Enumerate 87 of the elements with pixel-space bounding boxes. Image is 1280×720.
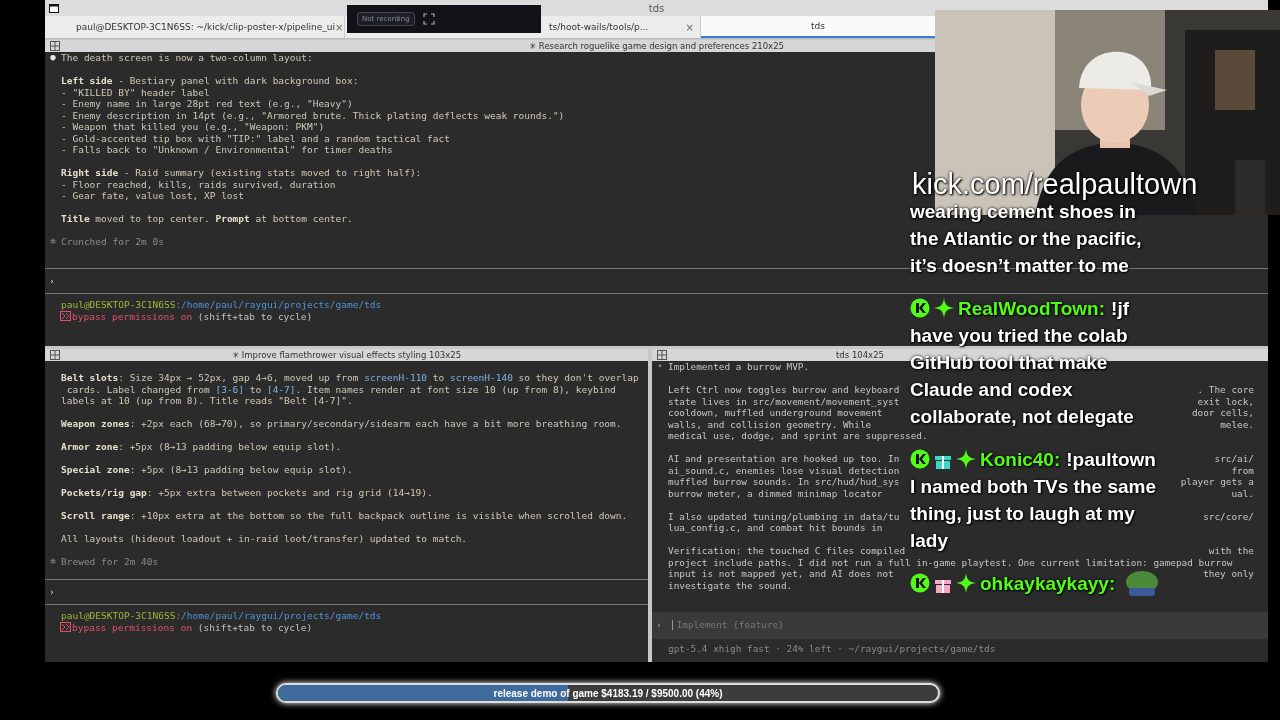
terminal-line: - Gold-accented tip box with "TIP:" label and a random tactical fact: [61, 132, 450, 144]
terminal-line: labels at 10 (up from 8). Title reads "Belt [4-7]".: [61, 395, 353, 407]
terminal-line: . The core: [1197, 384, 1254, 396]
prompt-symbol: ›: [48, 586, 55, 598]
terminal-line: src/core/: [1203, 510, 1254, 522]
terminal-line: Belt slots: Size 34px → 52px, gap 4→6, moved up from screenH-110 to screenH-140 so they don't overlap: [61, 372, 639, 384]
terminal-line: medical use, dodge, and sprint are suppressed.: [668, 430, 928, 442]
shell-path: paul@DESKTOP-3C1N6SS:/home/paul/raygui/projects/game/tds: [61, 299, 382, 311]
terminal-line: cards. Label changed from [3-6] to [4-7]. Item names render at font size 10 (up from 8), keybind: [65, 383, 616, 395]
permission-status: bypass permissions on (shift+tab to cycle): [72, 310, 313, 322]
terminal-line: The death screen is now a two-column layout:: [61, 52, 313, 64]
pane-title: ✳ Improve flamethrower visual effects styling 103x25: [231, 350, 462, 360]
terminal-line: - Weapon that killed you (e.g., "Weapon: PKM"): [61, 121, 325, 133]
terminal-line: - Falls back to "Unknown / Environmental" for timer deaths: [61, 144, 393, 156]
terminal-line: Title moved to top center. Prompt at bottom center.: [61, 213, 353, 225]
window-icon: [49, 3, 59, 13]
mode-icon: [60, 622, 71, 633]
terminal-line: Pockets/rig gap: +5px extra between pockets and rig grid (14→19).: [61, 487, 433, 499]
pane-icon[interactable]: [50, 41, 60, 51]
pane-title: tds 104x25: [836, 350, 884, 360]
window-title: tds: [647, 2, 666, 14]
terminal-line: I also updated tuning/plumbing in data/tu: [668, 510, 900, 522]
fullscreen-icon[interactable]: [422, 13, 435, 26]
terminal-line: Special zone: +5px (8→13 padding below equip slot).: [61, 464, 353, 476]
chat-message: Konic40: !paultown I named both TVs the same thing, just to laugh at my lady: [910, 448, 1157, 553]
terminal-line: walls, and collision geometry. While: [668, 418, 872, 430]
terminal-line: Left side - Bestiary panel with dark background box:: [61, 75, 359, 87]
terminal-line: ual.: [1231, 487, 1254, 499]
chat-message: ohkaykaykayy:: [910, 570, 1165, 597]
terminal-line: burrow meter, a dimmed minimap locator: [668, 487, 883, 499]
terminal-line: All layouts (hideout loadout + in-raid loot/transfer) updated to match.: [61, 533, 468, 545]
badge-icon: [910, 573, 930, 593]
status-marker: ✻: [50, 556, 56, 568]
terminal-line: from: [1231, 464, 1254, 476]
terminal-line: muffled burrow sounds. In src/hud/hud_sys: [668, 476, 900, 488]
sparkle-icon: [956, 449, 976, 469]
status-marker: ●: [50, 52, 56, 64]
terminal-line: - Enemy description in 14pt (e.g., "Armored brute. Thick plating deflects weak rounds."): [61, 109, 565, 121]
close-icon[interactable]: ×: [335, 21, 344, 33]
input-field[interactable]: › Implement {feature}: [652, 611, 1268, 639]
terminal-line: project include paths. I did not run a full in-game playtest. One current limitation: gamepad burrow: [668, 556, 1233, 568]
terminal-line: - Floor reached, kills, raids survived, duration: [61, 178, 336, 190]
pane-icon[interactable]: [657, 350, 667, 360]
terminal-line: - Enemy name in large 28pt red text (e.g., "Heavy"): [61, 98, 353, 110]
terminal-line: Right side - Raid summary (existing stats moved to right half):: [61, 167, 422, 179]
terminal-line: door cells,: [1191, 407, 1254, 419]
pane-title: ✳ Research roguelike game design and preferences 210x25: [529, 41, 784, 51]
terminal-line: AI and presentation are hooked up too. In: [668, 453, 900, 465]
terminal-line: cooldown, muffled underground movement: [668, 407, 883, 419]
terminal-line: ai_sound.c, enemies lose visual detection: [668, 464, 900, 476]
terminal-line: Crunched for 2m 0s: [61, 236, 164, 248]
terminal-line: input is not mapped yet, and AI does not: [668, 568, 894, 580]
terminal-line: with the: [1208, 545, 1254, 557]
terminal-line: player gets a: [1180, 476, 1254, 488]
terminal-line: Left Ctrl now toggles burrow and keyboard: [668, 384, 900, 396]
terminal-line: Armor zone: +5px (8→13 padding below equip slot).: [61, 441, 342, 453]
terminal-line: - "KILLED BY" header label: [61, 86, 210, 98]
terminal-line: they only: [1203, 568, 1254, 580]
sparkle-icon: [934, 298, 954, 318]
prompt-symbol: ›: [48, 275, 55, 287]
terminal-line: Verification: the touched C files compiled: [668, 545, 906, 557]
terminal-line: exit lock,: [1197, 395, 1254, 407]
text-cursor: [671, 620, 673, 630]
goal-label: release demo of game $4183.19 / $9500.00 (44%): [493, 687, 723, 699]
status-marker: •: [657, 361, 663, 373]
terminal-line: Brewed for 2m 40s: [61, 556, 159, 568]
terminal-line: investigate the sound.: [668, 579, 793, 591]
badge-icon: [910, 298, 930, 318]
permission-status: bypass permissions on (shift+tab to cycle): [72, 621, 313, 633]
pane-icon[interactable]: [50, 350, 60, 360]
terminal-line: Weapon zones: +2px each (68→70), so primary/secondary/sidearm each have a bit more breathing room.: [61, 418, 622, 430]
shell-path: paul@DESKTOP-3C1N6SS:/home/paul/raygui/projects/game/tds: [61, 610, 382, 622]
terminal-line: lua_config.c, and combat hit bounds in: [668, 522, 883, 534]
close-icon[interactable]: ×: [685, 21, 694, 33]
terminal-line: melee.: [1220, 418, 1254, 430]
status-marker: ✻: [50, 236, 56, 248]
terminal-line: Implemented a burrow MVP.: [668, 361, 810, 373]
terminal-line: src/ai/: [1214, 453, 1254, 465]
terminal-line: - Gear fate, value lost, XP lost: [61, 190, 245, 202]
tab[interactable]: tds: [701, 16, 936, 38]
mode-icon: [60, 311, 71, 322]
terminal-line: Scroll range: +10px extra at the bottom so the full backpack outline is visible when scrolled down.: [61, 510, 628, 522]
badge-icon: [910, 449, 930, 469]
sparkle-icon: [956, 573, 976, 593]
status-line: gpt-5.4 xhigh fast · 24% left · ~/raygui/projects/game/tds: [667, 641, 997, 654]
terminal-line: state lives in src/movement/movement_syst: [668, 395, 900, 407]
tab[interactable]: paul@DESKTOP-3C1N6SS: ~/kick/clip-poster-x/pipeline_ui×: [45, 16, 345, 38]
